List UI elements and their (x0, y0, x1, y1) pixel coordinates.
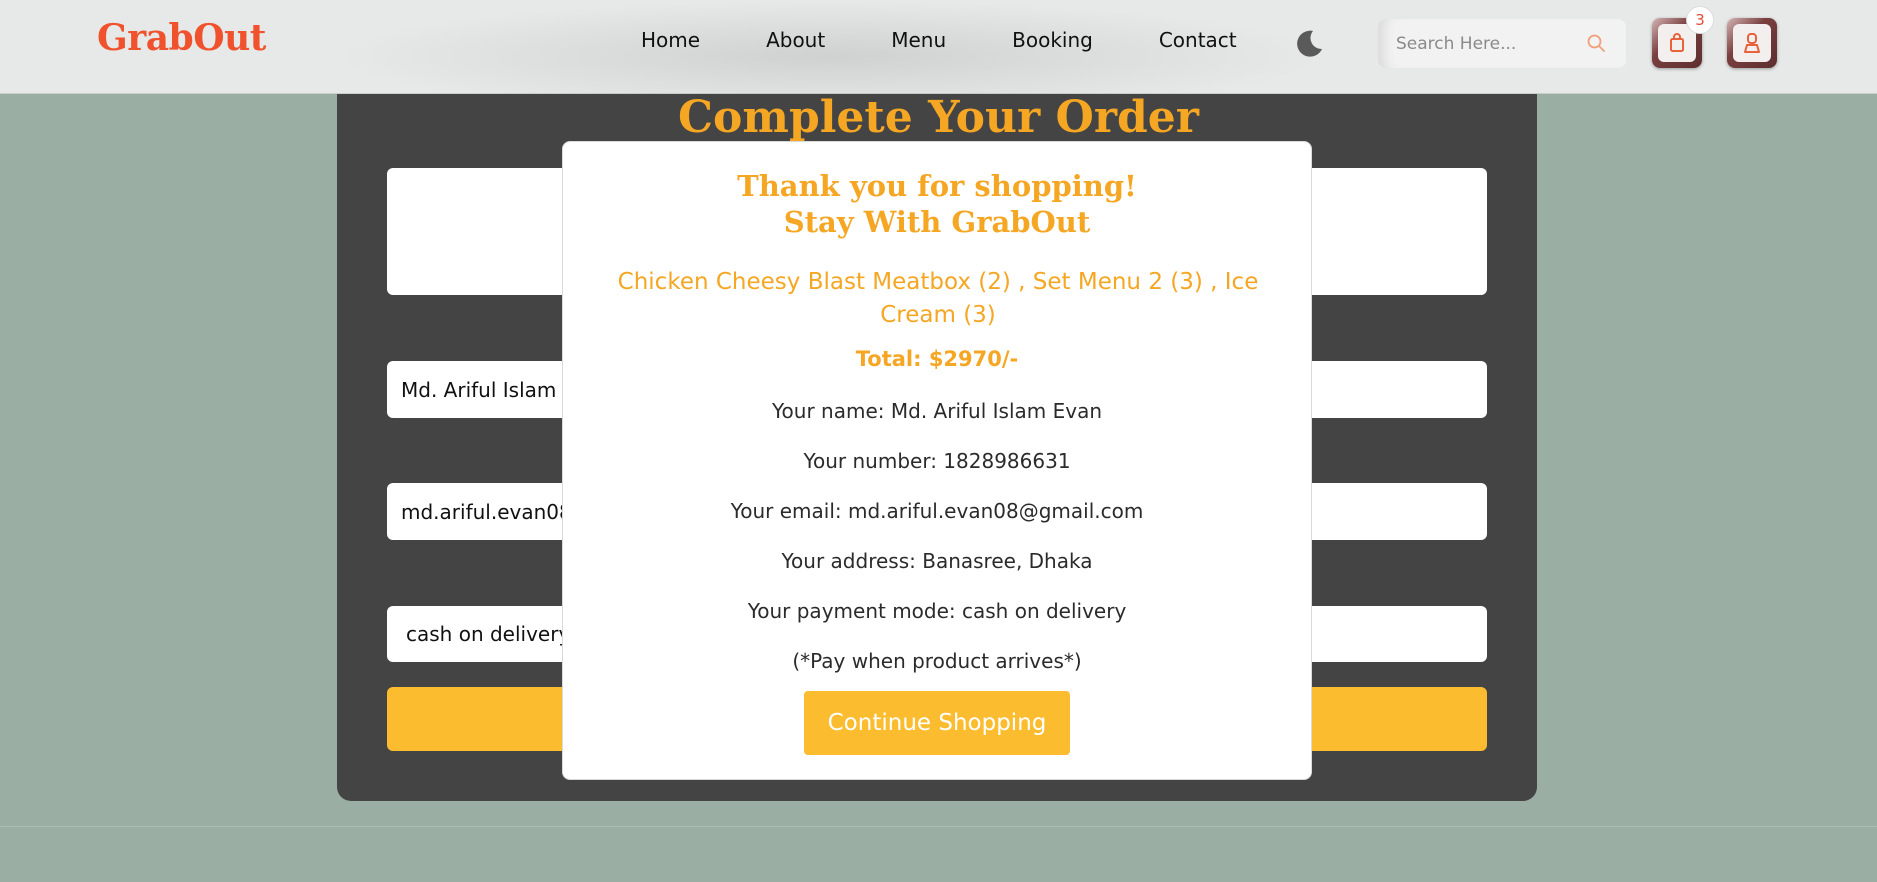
logo[interactable]: GrabOut (97, 17, 266, 59)
ordered-items: Chicken Cheesy Blast Meatbox (2) , Set M… (617, 269, 1259, 328)
site-header: GrabOut Home About Menu Booking Contact … (0, 0, 1877, 94)
nav-booking[interactable]: Booking (1012, 28, 1093, 52)
main-nav: Home About Menu Booking Contact (641, 28, 1303, 52)
nav-home[interactable]: Home (641, 28, 700, 52)
customer-number: Your number: 1828986631 (803, 449, 1071, 473)
nav-contact[interactable]: Contact (1159, 28, 1237, 52)
order-total: Total: $2970/- (855, 347, 1019, 371)
cart-count-badge: 3 (1686, 6, 1714, 34)
user-button[interactable] (1727, 18, 1777, 68)
modal-title-line1: Thank you for shopping! (737, 169, 1137, 203)
moon-icon[interactable] (1293, 28, 1325, 60)
modal-title-line2: Stay With GrabOut (783, 205, 1091, 239)
payment-mode: Your payment mode: cash on delivery (747, 599, 1127, 623)
order-confirmation-modal: Thank you for shopping! Stay With GrabOu… (562, 141, 1312, 780)
form-title: Complete Your Order (678, 92, 1199, 143)
modal-title: Thank you for shopping! Stay With GrabOu… (563, 168, 1311, 240)
search-icon[interactable] (1586, 33, 1606, 53)
continue-shopping-button[interactable]: Continue Shopping (804, 691, 1070, 755)
user-icon (1744, 33, 1760, 53)
payment-note: (*Pay when product arrives*) (792, 649, 1082, 673)
footer-divider (0, 826, 1877, 827)
nav-about[interactable]: About (766, 28, 825, 52)
customer-email: Your email: md.ariful.evan08@gmail.com (730, 499, 1144, 523)
nav-menu[interactable]: Menu (891, 28, 946, 52)
customer-address: Your address: Banasree, Dhaka (781, 549, 1093, 573)
user-button-face (1733, 24, 1771, 62)
customer-name: Your name: Md. Ariful Islam Evan (772, 399, 1102, 423)
search-input[interactable] (1396, 31, 1576, 57)
